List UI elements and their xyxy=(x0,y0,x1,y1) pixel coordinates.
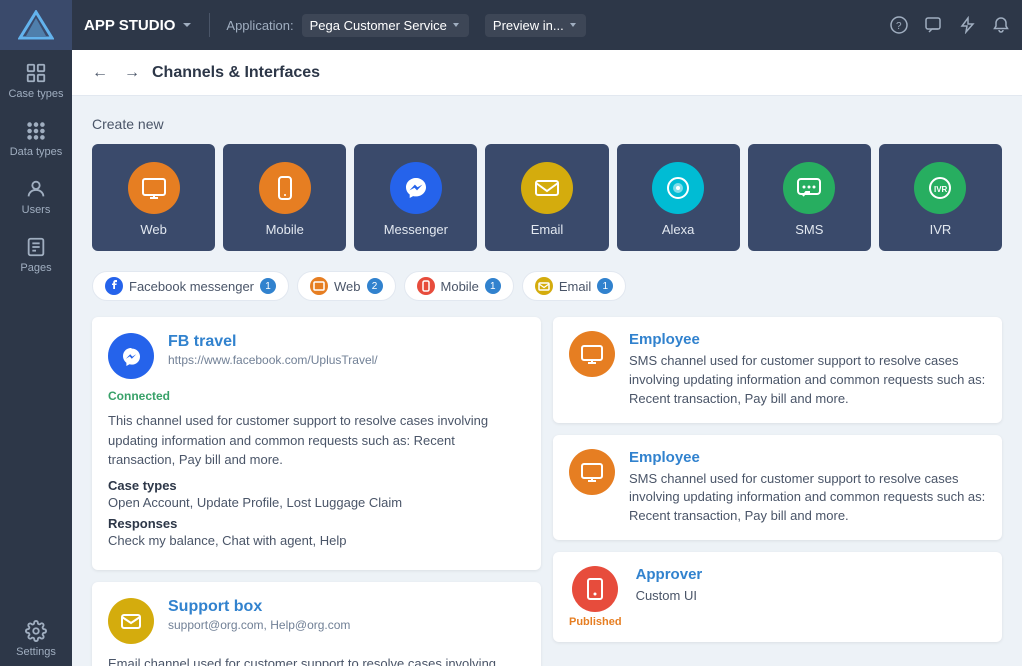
chat-icon[interactable] xyxy=(924,16,942,34)
preview-dropdown[interactable]: Preview in... xyxy=(485,14,586,37)
breadcrumb-bar: ← → Channels & Interfaces xyxy=(72,50,1022,96)
channel-card-email[interactable]: Email xyxy=(485,144,608,251)
approver-avatar xyxy=(572,566,618,612)
fb-travel-responses-value: Check my balance, Chat with agent, Help xyxy=(108,533,525,548)
sidebar-item-settings[interactable]: Settings xyxy=(0,608,72,666)
right-column: Employee SMS channel used for customer s… xyxy=(553,317,1002,666)
filter-tab-email[interactable]: Email 1 xyxy=(522,271,627,301)
employee-card-1: Employee SMS channel used for customer s… xyxy=(553,317,1002,423)
sidebar-item-users[interactable]: Users xyxy=(0,166,72,224)
filter-tab-facebook[interactable]: Facebook messenger 1 xyxy=(92,271,289,301)
channel-card-alexa[interactable]: Alexa xyxy=(617,144,740,251)
fb-travel-responses-label: Responses xyxy=(108,516,525,531)
facebook-tab-icon xyxy=(105,277,123,295)
support-box-info: Support box support@org.com, Help@org.co… xyxy=(168,598,525,632)
main-grid: FB travel https://www.facebook.com/Uplus… xyxy=(92,317,1002,666)
approver-title: Approver xyxy=(636,566,986,583)
page-title: Channels & Interfaces xyxy=(152,64,320,82)
back-button[interactable]: ← xyxy=(88,61,112,85)
forward-button[interactable]: → xyxy=(120,61,144,85)
content-area: Create new Web xyxy=(72,96,1022,666)
topbar-actions: ? xyxy=(890,16,1010,34)
bolt-icon[interactable] xyxy=(958,16,976,34)
fb-travel-case-types-value: Open Account, Update Profile, Lost Lugga… xyxy=(108,495,525,510)
sidebar: Case types Data types Users Page xyxy=(0,0,72,666)
app-title: APP STUDIO xyxy=(84,17,193,34)
topbar-app-label: Application: xyxy=(226,18,293,33)
svg-text:IVR: IVR xyxy=(934,185,948,194)
fb-travel-info: FB travel https://www.facebook.com/Uplus… xyxy=(168,333,525,367)
mobile-badge: 1 xyxy=(485,278,501,294)
email-tab-icon xyxy=(535,277,553,295)
mobile-tab-icon xyxy=(417,277,435,295)
employee-2-description: SMS channel used for customer support to… xyxy=(629,470,986,527)
app-logo xyxy=(0,0,72,50)
channel-card-mobile[interactable]: Mobile xyxy=(223,144,346,251)
approver-content: Approver Custom UI xyxy=(636,566,986,606)
support-box-card: Support box support@org.com, Help@org.co… xyxy=(92,582,541,666)
employee-2-avatar xyxy=(569,449,615,495)
fb-travel-header: FB travel https://www.facebook.com/Uplus… xyxy=(108,333,525,379)
fb-travel-subtitle: https://www.facebook.com/UplusTravel/ xyxy=(168,353,525,367)
channel-card-sms[interactable]: SMS xyxy=(748,144,871,251)
employee-card-2: Employee SMS channel used for customer s… xyxy=(553,435,1002,541)
ivr-icon: IVR xyxy=(914,162,966,214)
alexa-icon xyxy=(652,162,704,214)
sidebar-item-pages[interactable]: Pages xyxy=(0,224,72,282)
web-tab-icon xyxy=(310,277,328,295)
main-content: APP STUDIO Application: Pega Customer Se… xyxy=(72,0,1022,666)
employee-1-content: Employee SMS channel used for customer s… xyxy=(629,331,986,409)
support-box-subtitle: support@org.com, Help@org.com xyxy=(168,618,525,632)
fb-travel-title: FB travel xyxy=(168,333,525,351)
employee-1-avatar xyxy=(569,331,615,377)
support-box-avatar xyxy=(108,598,154,644)
messenger-icon xyxy=(390,162,442,214)
sidebar-item-case-types[interactable]: Case types xyxy=(0,50,72,108)
channel-cards-row: Web Mobile Messenger xyxy=(92,144,1002,251)
fb-travel-case-types-label: Case types xyxy=(108,478,525,493)
help-icon[interactable]: ? xyxy=(890,16,908,34)
topbar: APP STUDIO Application: Pega Customer Se… xyxy=(72,0,1022,50)
fb-travel-description: This channel used for customer support t… xyxy=(108,411,525,470)
facebook-badge: 1 xyxy=(260,278,276,294)
sms-icon xyxy=(783,162,835,214)
bell-icon[interactable] xyxy=(992,16,1010,34)
fb-travel-status: Connected xyxy=(108,389,525,403)
filter-tab-mobile[interactable]: Mobile 1 xyxy=(404,271,514,301)
channel-card-ivr[interactable]: IVR IVR xyxy=(879,144,1002,251)
sidebar-item-data-types[interactable]: Data types xyxy=(0,108,72,166)
email-icon xyxy=(521,162,573,214)
topbar-divider xyxy=(209,13,210,37)
employee-2-content: Employee SMS channel used for customer s… xyxy=(629,449,986,527)
fb-travel-avatar xyxy=(108,333,154,379)
application-dropdown[interactable]: Pega Customer Service xyxy=(302,14,469,37)
channel-card-messenger[interactable]: Messenger xyxy=(354,144,477,251)
support-box-description: Email channel used for customer support … xyxy=(108,654,525,666)
left-column: FB travel https://www.facebook.com/Uplus… xyxy=(92,317,541,666)
approver-status: Published xyxy=(569,616,622,628)
employee-1-description: SMS channel used for customer support to… xyxy=(629,352,986,409)
support-box-title: Support box xyxy=(168,598,525,616)
support-box-header: Support box support@org.com, Help@org.co… xyxy=(108,598,525,644)
employee-1-title: Employee xyxy=(629,331,986,348)
email-badge: 1 xyxy=(597,278,613,294)
approver-card: Published Approver Custom UI xyxy=(553,552,1002,642)
mobile-icon xyxy=(259,162,311,214)
svg-text:?: ? xyxy=(896,21,902,32)
filter-tabs: Facebook messenger 1 Web 2 Mobile 1 xyxy=(92,271,1002,301)
web-icon xyxy=(128,162,180,214)
fb-travel-card: FB travel https://www.facebook.com/Uplus… xyxy=(92,317,541,570)
approver-description: Custom UI xyxy=(636,587,986,606)
create-new-label: Create new xyxy=(92,116,1002,132)
filter-tab-web[interactable]: Web 2 xyxy=(297,271,396,301)
approver-avatar-col: Published xyxy=(569,566,622,628)
employee-2-title: Employee xyxy=(629,449,986,466)
channel-card-web[interactable]: Web xyxy=(92,144,215,251)
web-badge: 2 xyxy=(367,278,383,294)
